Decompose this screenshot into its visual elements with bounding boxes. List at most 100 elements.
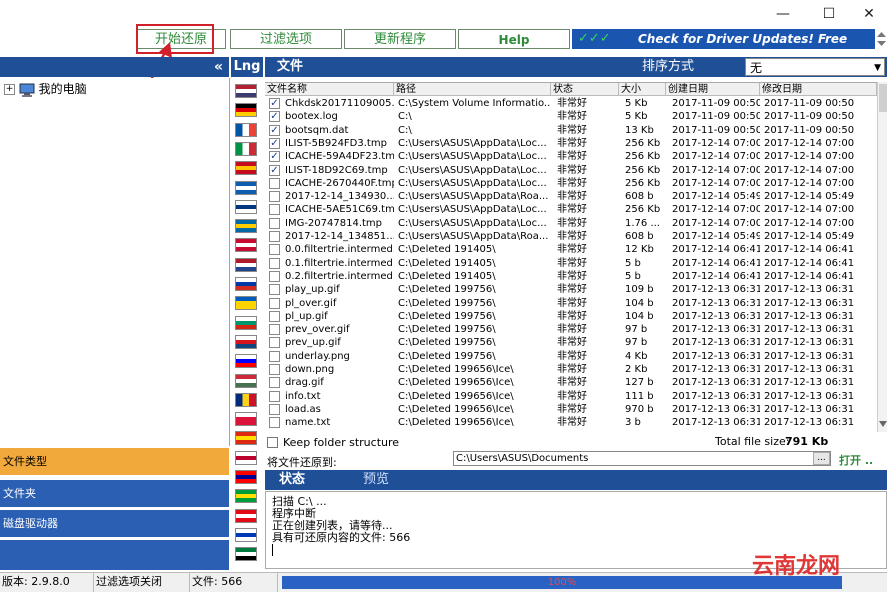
table-row[interactable]: 0.0.filtertrie.intermed... C:\Deleted 191… [265,243,877,256]
row-checkbox[interactable] [269,364,280,375]
toolbar-scroll-icon[interactable] [876,30,887,48]
tab-preview[interactable]: 预览 [363,470,389,490]
language-flag-icon[interactable] [235,161,257,176]
language-flag-icon[interactable] [235,470,257,484]
open-button[interactable]: 打开 .. [839,452,873,468]
help-button[interactable]: Help [458,29,570,49]
language-flag-icon[interactable] [235,238,257,253]
column-header-path[interactable]: 路径 [394,83,551,96]
driver-update-banner[interactable]: ✓✓✓ Check for Driver Updates! Free Scan! [572,29,875,66]
category-disk-drive[interactable]: 磁盘驱动器 [0,510,229,538]
category-folder[interactable]: 文件夹 [0,480,229,508]
column-header-modified[interactable]: 修改日期 [760,83,877,96]
row-checkbox[interactable] [269,270,280,282]
table-row[interactable]: ✓ ILIST-5B924FD3.tmp C:\Users\ASUS\AppData… [265,137,877,150]
language-flag-icon[interactable] [235,334,257,349]
table-row[interactable]: underlay.png C:\Deleted 199756\ 非常好 4 Kb 201… [265,350,877,363]
keep-structure-checkbox[interactable] [267,437,278,448]
language-flag-icon[interactable] [235,508,257,523]
language-flag-icon[interactable] [235,489,257,504]
table-row[interactable]: load.as C:\Deleted 199656\Ice\ 非常好 970 b 201… [265,403,877,416]
language-flag-icon[interactable] [235,84,257,98]
row-checkbox[interactable]: ✓ [269,164,280,176]
update-program-button[interactable]: 更新程序 [344,29,456,49]
table-row[interactable]: drag.gif C:\Deleted 199656\Ice\ 非常好 127 b 20… [265,376,877,389]
row-checkbox[interactable] [269,377,280,389]
table-row[interactable]: pl_up.gif C:\Deleted 199756\ 非常好 104 b 2017-… [265,310,877,323]
row-checkbox[interactable] [269,204,280,216]
collapse-icon[interactable]: « [214,57,223,77]
table-row[interactable]: 0.1.filtertrie.intermed... C:\Deleted 191… [265,257,877,270]
table-row[interactable]: pl_over.gif C:\Deleted 199756\ 非常好 104 b 201… [265,297,877,310]
language-flag-icon[interactable] [235,315,257,330]
row-checkbox[interactable] [269,310,280,322]
row-checkbox[interactable] [269,257,280,269]
table-row[interactable]: 0.2.filtertrie.intermed... C:\Deleted 191… [265,270,877,283]
row-checkbox[interactable]: ✓ [269,98,280,109]
table-row[interactable]: 2017-12-14_134851.... C:\Users\ASUS\AppDa… [265,230,877,243]
row-checkbox[interactable] [269,177,280,189]
tree-item-my-computer[interactable]: + 我的电脑 [4,80,87,98]
language-flag-icon[interactable] [235,219,257,234]
table-row[interactable]: IMG-20747814.tmp C:\Users\ASUS\AppData\Lo… [265,217,877,230]
language-flag-icon[interactable] [235,450,257,465]
row-checkbox[interactable]: ✓ [269,137,280,149]
row-checkbox[interactable] [269,350,280,362]
row-checkbox[interactable] [269,297,280,309]
table-row[interactable]: ✓ bootex.log C:\ 非常好 5 Kb 2017-11-09 00:50 201… [265,110,877,123]
table-scrollbar[interactable] [877,82,887,432]
close-button[interactable]: ✕ [858,4,880,24]
column-header-created[interactable]: 创建日期 [666,83,760,96]
language-flag-icon[interactable] [235,277,257,291]
language-flag-icon[interactable] [235,354,257,369]
table-row[interactable]: play_up.gif C:\Deleted 199756\ 非常好 109 b 201… [265,283,877,296]
language-flag-icon[interactable] [235,527,257,542]
language-flag-icon[interactable] [235,373,257,388]
table-row[interactable]: 2017-12-14_134930.... C:\Users\ASUS\AppDa… [265,190,877,203]
language-flag-icon[interactable] [235,392,257,407]
table-row[interactable]: info.txt C:\Deleted 199656\Ice\ 非常好 111 b 20… [265,390,877,403]
column-header-status[interactable]: 状态 [551,83,619,96]
table-row[interactable]: ✓ Chkdsk20171109005... C:\System Volume In… [265,97,877,110]
row-checkbox[interactable] [269,390,280,402]
row-checkbox[interactable] [269,231,280,242]
row-checkbox[interactable] [269,191,280,203]
filter-options-button[interactable]: 过滤选项 [230,29,342,49]
row-checkbox[interactable]: ✓ [269,111,280,123]
language-flag-icon[interactable] [235,547,257,562]
row-checkbox[interactable] [269,417,280,429]
language-flag-icon[interactable] [235,431,257,446]
table-row[interactable]: ICACHE-5AE51C69.tmp C:\Users\ASUS\AppData… [265,203,877,216]
row-checkbox[interactable] [269,337,280,349]
scroll-down-icon[interactable] [879,420,887,428]
tab-status[interactable]: 状态 [279,470,305,490]
row-checkbox[interactable] [269,324,280,336]
row-checkbox[interactable]: ✓ [269,151,280,163]
table-row[interactable]: down.png C:\Deleted 199656\Ice\ 非常好 2 Kb 201… [265,363,877,376]
category-file-type[interactable]: 文件类型 [0,448,229,476]
table-row[interactable]: ✓ bootsqm.dat C:\ 非常好 13 Kb 2017-11-09 00:50 2… [265,124,877,137]
language-flag-icon[interactable] [235,141,257,156]
row-checkbox[interactable] [269,284,280,296]
language-flag-icon[interactable] [235,122,257,137]
language-flag-icon[interactable] [235,199,257,214]
language-flag-icon[interactable] [235,180,257,195]
chevron-down-icon[interactable]: ▼ [874,59,881,77]
table-row[interactable]: ICACHE-2670440F.tmp C:\Users\ASUS\AppData… [265,177,877,190]
table-row[interactable]: prev_up.gif C:\Deleted 199756\ 非常好 97 b 2017… [265,336,877,349]
maximize-button[interactable]: ☐ [818,4,840,24]
language-flag-icon[interactable] [235,296,257,311]
row-checkbox[interactable] [269,217,280,229]
language-flag-icon[interactable] [235,257,257,272]
scrollbar-thumb[interactable] [879,84,887,112]
column-header-size[interactable]: 大小 [619,83,666,96]
expand-icon[interactable]: + [4,84,15,95]
table-row[interactable]: ✓ ILIST-18D92C69.tmp C:\Users\ASUS\AppData… [265,164,877,177]
table-row[interactable]: name.txt C:\Deleted 199656\Ice\ 非常好 3 b 2017… [265,416,877,429]
language-flag-icon[interactable] [235,412,257,427]
browse-button[interactable]: ... [813,452,830,465]
language-flag-icon[interactable] [235,103,257,118]
row-checkbox[interactable]: ✓ [269,124,280,136]
minimize-button[interactable]: — [772,4,794,24]
column-header-name[interactable]: 文件名称 [265,83,394,96]
